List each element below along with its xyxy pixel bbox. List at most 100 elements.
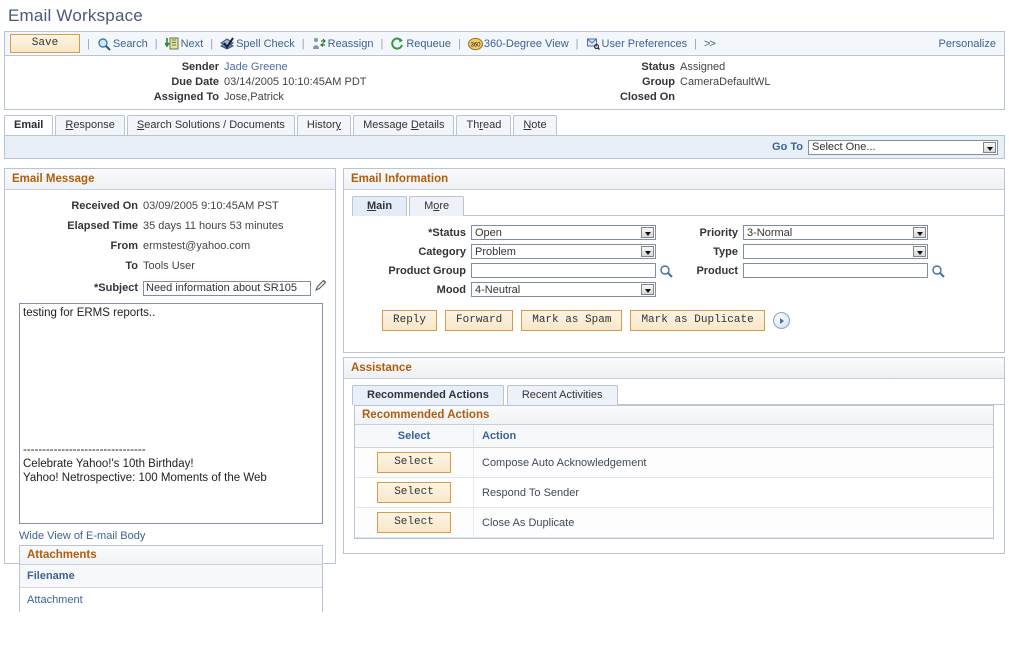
toolbar-item-search[interactable]: Search xyxy=(97,37,148,51)
label-category: Category xyxy=(418,245,466,258)
product-group-input[interactable] xyxy=(471,263,656,278)
label-status: *Status xyxy=(428,226,466,239)
toolbar-item-spell-check[interactable]: Spell Check xyxy=(220,36,295,51)
edit-pencil-icon[interactable] xyxy=(314,279,327,297)
summary-value-due-date: 03/14/2005 10:10:45AM PDT xyxy=(224,76,367,88)
mark-as-spam-button[interactable]: Mark as Spam xyxy=(521,310,623,331)
label-elapsed-time: Elapsed Time xyxy=(67,220,138,232)
lookup-search-icon[interactable] xyxy=(659,264,673,278)
subject-input[interactable]: Need information about SR105 xyxy=(143,280,311,296)
priority-select[interactable]: 3-Normal xyxy=(743,225,928,240)
assistance-panel-title: Assistance xyxy=(344,358,1004,379)
chevron-down-icon xyxy=(641,284,654,295)
type-select[interactable] xyxy=(743,244,928,259)
toolbar-label-requeue: Requeue xyxy=(406,37,451,50)
tab-note[interactable]: Note xyxy=(513,115,557,135)
tab-response[interactable]: Response xyxy=(55,115,125,135)
toolbar-separator: | xyxy=(694,37,697,50)
table-row: Select Close As Duplicate xyxy=(355,507,993,538)
row-select-cell: Select xyxy=(355,507,474,538)
save-button[interactable]: Save xyxy=(10,34,80,53)
field-from: From ermstest@yahoo.com xyxy=(5,239,335,254)
field-priority: Priority 3-Normal xyxy=(692,225,1004,240)
toolbar: Save | Search | Next | Spell Check | Rea… xyxy=(4,31,1005,56)
tab-label-thread: Thread xyxy=(466,119,502,131)
goto-select[interactable]: Select One... xyxy=(808,139,998,155)
requeue-icon xyxy=(390,37,404,51)
toolbar-item-user-preferences[interactable]: User Preferences xyxy=(586,37,687,51)
field-type: Type xyxy=(692,244,1004,259)
lookup-search-icon[interactable] xyxy=(931,264,945,278)
summary-row-due-date: Due Date 03/14/2005 10:10:45AM PDT xyxy=(5,75,485,89)
toolbar-item-next[interactable]: Next xyxy=(163,37,203,51)
attachment-link[interactable]: Attachment xyxy=(27,594,83,606)
recommended-actions-grid-title: Recommended Actions xyxy=(355,406,993,425)
email-workspace-page: Email Workspace Save | Search | Next | S… xyxy=(0,0,1009,668)
toolbar-separator: | xyxy=(301,37,305,50)
select-button[interactable]: Select xyxy=(377,452,451,473)
subtab-underline xyxy=(617,404,1004,405)
tab-history[interactable]: History xyxy=(296,115,352,135)
table-row: Select Compose Auto Acknowledgement xyxy=(355,447,993,478)
subtab-recommended-actions[interactable]: Recommended Actions xyxy=(352,385,504,405)
email-body-footer-line1: Celebrate Yahoo!'s 10th Birthday! xyxy=(23,458,194,470)
chevron-down-icon xyxy=(913,246,926,257)
toolbar-label-search: Search xyxy=(112,37,148,50)
user-preferences-icon xyxy=(586,37,600,51)
reply-button[interactable]: Reply xyxy=(382,310,438,331)
email-body-separator: -------------------------------- xyxy=(23,444,146,456)
summary-value-status: Assigned xyxy=(680,61,726,73)
email-info-left-fields: *Status Open Category Problem Product Gr… xyxy=(344,225,692,301)
product-input[interactable] xyxy=(743,263,928,278)
forward-button[interactable]: Forward xyxy=(445,310,514,331)
mood-select[interactable]: 4-Neutral xyxy=(471,282,656,297)
attachments-panel: Attachments Filename Attachment xyxy=(19,545,323,612)
subtab-main[interactable]: Main xyxy=(352,196,408,216)
mood-select-value: 4-Neutral xyxy=(475,283,521,296)
label-product-group: Product Group xyxy=(388,264,466,277)
field-status: *Status Open xyxy=(344,225,692,240)
row-action-cell: Compose Auto Acknowledgement xyxy=(473,447,993,478)
tab-search-solutions-documents[interactable]: Search Solutions / Documents xyxy=(126,115,295,135)
subtab-more[interactable]: More xyxy=(409,196,465,216)
summary-row-sender: Sender Jade Greene xyxy=(5,60,485,74)
table-row: Select Respond To Sender xyxy=(355,477,993,508)
attachments-column-header-filename: Filename xyxy=(20,565,322,588)
spell-check-icon xyxy=(220,36,235,51)
email-information-subtabs: Main More xyxy=(344,190,1004,216)
tab-message-details[interactable]: Message Details xyxy=(353,115,455,135)
svg-text:360: 360 xyxy=(470,42,481,48)
toolbar-separator: | xyxy=(87,37,90,50)
toolbar-item-reassign[interactable]: Reassign xyxy=(312,37,373,51)
recommended-actions-table: Select Action Select Compose Auto Acknow… xyxy=(355,425,993,538)
subtab-recent-activities[interactable]: Recent Activities xyxy=(506,385,618,405)
summary-value-sender[interactable]: Jade Greene xyxy=(224,60,288,74)
email-body-text: testing for ERMS reports.. xyxy=(23,307,156,319)
category-select[interactable]: Problem xyxy=(471,244,656,259)
more-actions-icon[interactable] xyxy=(772,312,790,329)
status-select[interactable]: Open xyxy=(471,225,656,240)
row-action-cell: Close As Duplicate xyxy=(473,507,993,538)
chevron-down-icon xyxy=(913,227,926,238)
select-button[interactable]: Select xyxy=(377,512,451,533)
summary-label-closed-on: Closed On xyxy=(619,91,675,103)
summary-label-assigned-to: Assigned To xyxy=(153,91,219,103)
personalize-link[interactable]: Personalize xyxy=(939,38,996,50)
row-action-cell: Respond To Sender xyxy=(473,477,993,508)
wide-view-link[interactable]: Wide View of E-mail Body xyxy=(19,530,145,542)
tab-thread[interactable]: Thread xyxy=(456,115,512,135)
toolbar-more-button[interactable]: >> xyxy=(704,38,716,50)
mark-as-duplicate-button[interactable]: Mark as Duplicate xyxy=(630,310,765,331)
select-button[interactable]: Select xyxy=(377,482,451,503)
toolbar-item-requeue[interactable]: Requeue xyxy=(390,37,451,51)
summary-label-group: Group xyxy=(642,76,675,88)
toolbar-separator: | xyxy=(210,37,214,50)
tab-label-response: Response xyxy=(65,119,115,131)
summary-label-sender: Sender xyxy=(181,61,219,73)
tab-email[interactable]: Email xyxy=(4,115,54,135)
main-tab-bar: Email Response Search Solutions / Docume… xyxy=(4,115,1005,135)
summary-label-status: Status xyxy=(641,61,675,73)
attachments-row: Attachment xyxy=(20,588,322,612)
email-body-textarea[interactable]: testing for ERMS reports.. -------------… xyxy=(19,303,323,524)
toolbar-item-360-degree-view[interactable]: 360 360-Degree View xyxy=(467,37,569,51)
